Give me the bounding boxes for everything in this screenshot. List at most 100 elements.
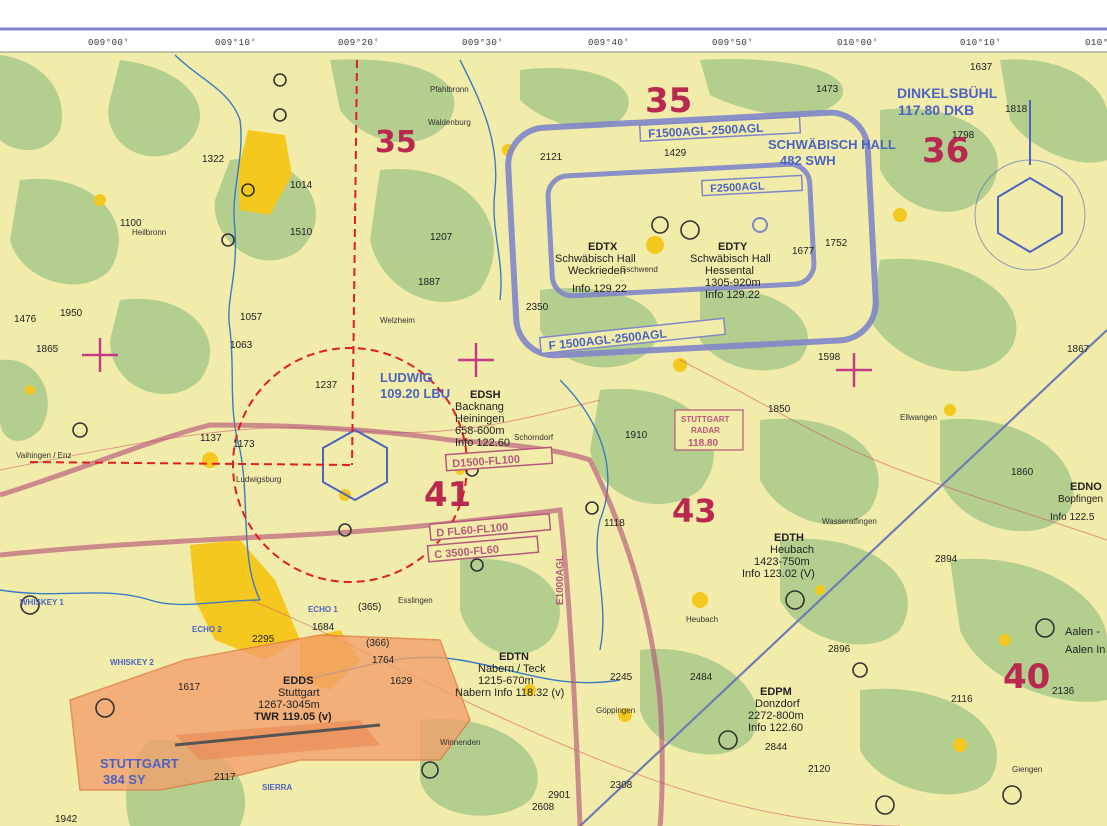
- navaid-name: SCHWÄBISCH HALL: [768, 137, 896, 152]
- airport-info: 1215-670m: [478, 675, 534, 687]
- airport-code: EDTH: [774, 532, 804, 544]
- radar-label: 118.80: [688, 438, 718, 449]
- elevation: 1207: [430, 232, 453, 243]
- navaid-name: DINKELSBÜHL: [897, 85, 998, 101]
- navaid-name: LUDWIG: [380, 370, 433, 385]
- elevation: 1137: [200, 433, 222, 444]
- airport-info: Schwäbisch Hall: [555, 253, 636, 265]
- place-name: Gschwend: [620, 265, 658, 274]
- airport-info: Info 129.22: [705, 289, 760, 301]
- sector-number: 41: [424, 475, 471, 515]
- airport-info: 2272-800m: [748, 710, 804, 722]
- elevation: 1887: [418, 277, 441, 288]
- elevation: 1063: [230, 340, 253, 351]
- reporting-point: SIERRA: [262, 783, 292, 792]
- airport-info: TWR 119.05 (v): [254, 711, 332, 723]
- elevation: 1322: [202, 154, 225, 165]
- navaid-freq: 482 SWH: [780, 153, 836, 168]
- place-name: Ellwangen: [900, 413, 937, 422]
- place-label: Aalen In: [1065, 644, 1105, 656]
- elevation: 2245: [610, 672, 633, 683]
- elevation: 1818: [1005, 104, 1028, 115]
- place-name: Göppingen: [596, 706, 635, 715]
- elevation: 2484: [690, 672, 713, 683]
- elevation: 2117: [214, 772, 236, 783]
- elevation: 2901: [548, 790, 571, 801]
- place-label: Aalen -: [1065, 626, 1100, 638]
- elevation: 1865: [36, 344, 59, 355]
- elevation: 1850: [768, 404, 791, 415]
- airport-info: Info 129.22: [572, 283, 627, 295]
- elevation: 2295: [252, 634, 275, 645]
- lon-tick: 009°40': [588, 38, 629, 48]
- airport-info: Nabern Info 118.32 (v): [455, 687, 564, 699]
- airport-info: 1267-3045m: [258, 699, 320, 711]
- airport-code: EDTN: [499, 651, 529, 663]
- elevation: 1637: [970, 62, 993, 73]
- airport-info: Info 122.60: [748, 722, 803, 734]
- elevation: 1860: [1011, 467, 1034, 478]
- elevation: 1677: [792, 246, 815, 257]
- airspace-label: E1000AGL: [555, 555, 566, 605]
- place-name: Esslingen: [398, 596, 433, 605]
- airport-info: Hessental: [705, 265, 754, 277]
- lon-tick: 009°00': [88, 38, 129, 48]
- elevation: 2121: [540, 152, 563, 163]
- reporting-point: ECHO 1: [308, 605, 338, 614]
- place-name: Vaihingen / Enz: [16, 451, 71, 460]
- elevation: 1684: [312, 622, 335, 633]
- elevation: 2120: [808, 764, 831, 775]
- airport-info: Heiningen: [455, 413, 505, 425]
- lon-tick: 010°00': [837, 38, 878, 48]
- elevation: 1867: [1067, 344, 1090, 355]
- elevation: 1118: [604, 518, 625, 529]
- elevation: 1617: [178, 682, 201, 693]
- elevation: 1629: [390, 676, 413, 687]
- radar-label: RADAR: [691, 426, 720, 435]
- reporting-point: (365): [358, 602, 381, 613]
- place-name: Waldenburg: [428, 118, 471, 127]
- elevation: 1510: [290, 227, 313, 238]
- sector-number: 43: [672, 492, 717, 530]
- place-name: Winnenden: [440, 738, 480, 747]
- airport-code: EDPM: [760, 686, 792, 698]
- lon-tick: 010°: [1085, 38, 1107, 48]
- elevation: 2608: [532, 802, 555, 813]
- airport-code: EDNO: [1070, 481, 1102, 493]
- elevation: 1752: [825, 238, 848, 249]
- navaid-freq: 117.80 DKB: [898, 102, 974, 118]
- airport-info: Nabern / Teck: [478, 663, 546, 675]
- lon-tick: 009°50': [712, 38, 753, 48]
- elevation: 2844: [765, 742, 788, 753]
- airport-info: Backnang: [455, 401, 504, 413]
- airport-info: Schwäbisch Hall: [690, 253, 771, 265]
- lon-tick: 009°30': [462, 38, 503, 48]
- lon-tick: 009°20': [338, 38, 379, 48]
- elevation: 1173: [233, 439, 255, 450]
- place-name: Pfahlbronn: [430, 85, 469, 94]
- reporting-point: ECHO 2: [192, 625, 222, 634]
- elevation: 1764: [372, 655, 395, 666]
- chart-canvas: 009°00' 009°10' 009°20' 009°30' 009°40' …: [0, 0, 1107, 826]
- sector-number: 40: [1003, 657, 1050, 697]
- elevation: 2894: [935, 554, 958, 565]
- elevation: 2350: [526, 302, 549, 313]
- airport-code: EDTY: [718, 241, 748, 253]
- elevation: 1950: [60, 308, 83, 319]
- airport-info: Info 123.02 (V): [742, 568, 815, 580]
- elevation: 1057: [240, 312, 263, 323]
- sector-number: 35: [645, 81, 692, 121]
- lon-tick: 010°10': [960, 38, 1001, 48]
- airport-info: Bopfingen: [1058, 494, 1103, 505]
- place-name: Wasseralfingen: [822, 517, 877, 526]
- airport-code: EDTX: [588, 241, 618, 253]
- place-name: Ludwigsburg: [236, 475, 281, 484]
- sector-number: 35: [375, 125, 417, 160]
- place-name: Schorndorf: [514, 433, 554, 442]
- elevation: 2116: [951, 694, 973, 705]
- place-name: Heubach: [686, 615, 718, 624]
- radar-label: STUTTGART: [681, 415, 730, 424]
- elevation: 2896: [828, 644, 851, 655]
- navaid-freq: 384 SY: [103, 772, 146, 787]
- place-name: Heilbronn: [132, 228, 166, 237]
